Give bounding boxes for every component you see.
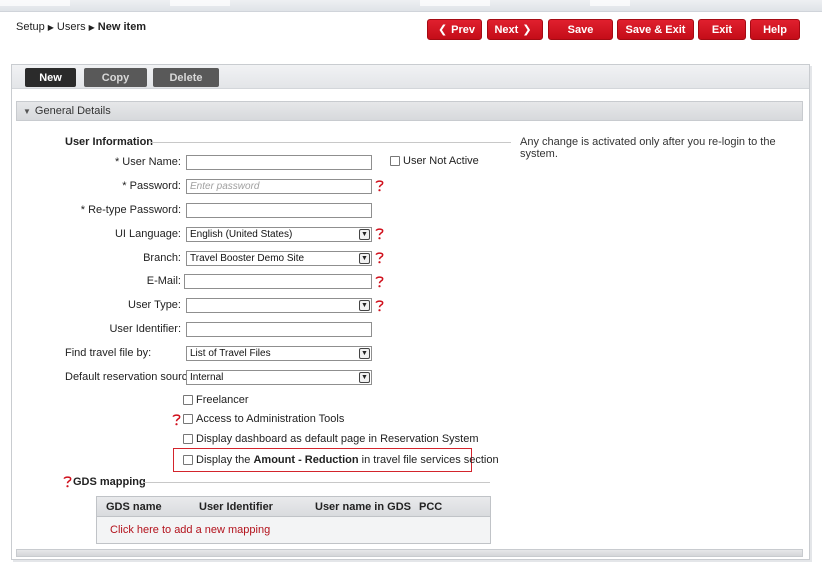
save-button[interactable]: Save <box>548 19 613 40</box>
help-icon[interactable] <box>375 179 384 192</box>
password-input[interactable] <box>186 179 372 194</box>
user-not-active-checkbox[interactable]: User Not Active <box>390 155 479 167</box>
checkbox-box[interactable] <box>183 414 193 424</box>
exit-button[interactable]: Exit <box>698 19 746 40</box>
save-exit-button[interactable]: Save & Exit <box>617 19 694 40</box>
default-source-label: Default reservation source: <box>65 371 197 383</box>
breadcrumb-arrow-icon: ▶ <box>88 23 95 32</box>
dropdown-arrow-icon[interactable]: ▼ <box>359 348 370 359</box>
help-button[interactable]: Help <box>750 19 800 40</box>
email-input[interactable] <box>184 274 372 289</box>
retype-password-label: * Re-type Password: <box>80 204 181 216</box>
relogin-notice: Any change is activated only after you r… <box>520 136 776 160</box>
checkbox-box[interactable] <box>390 156 400 166</box>
group-divider <box>151 142 511 143</box>
breadcrumb-arrow-icon: ▶ <box>47 23 54 32</box>
branch-label: Branch: <box>143 252 181 264</box>
help-icon[interactable] <box>63 475 72 488</box>
email-label: E-Mail: <box>146 275 181 287</box>
column-user-identifier[interactable]: User Identifier <box>199 501 273 513</box>
dropdown-arrow-icon[interactable]: ▼ <box>359 372 370 383</box>
user-name-label: * User Name: <box>114 156 181 168</box>
dropdown-arrow-icon[interactable]: ▼ <box>359 300 370 311</box>
default-source-select[interactable]: Internal ▼ <box>186 370 372 385</box>
breadcrumb-users[interactable]: Users <box>57 21 86 33</box>
amount-reduction-checkbox[interactable]: Display the Amount - Reduction in travel… <box>183 454 499 466</box>
dropdown-arrow-icon[interactable]: ▼ <box>359 229 370 240</box>
user-identifier-input[interactable] <box>186 322 372 337</box>
breadcrumb-setup[interactable]: Setup <box>16 21 45 33</box>
add-mapping-link[interactable]: Click here to add a new mapping <box>110 524 270 536</box>
table-row: Click here to add a new mapping <box>97 517 490 543</box>
password-label: * Password: <box>122 180 181 192</box>
chevron-left-icon: ❮ <box>437 24 448 36</box>
gds-mapping-table: GDS name User Identifier User name in GD… <box>96 496 491 544</box>
user-information-title: User Information <box>65 136 154 148</box>
delete-button[interactable]: Delete <box>153 68 219 87</box>
bottom-section-bar <box>16 549 803 557</box>
next-button[interactable]: Next ❯ <box>487 19 543 40</box>
dropdown-arrow-icon[interactable]: ▼ <box>359 253 370 264</box>
breadcrumb-current: New item <box>97 21 147 33</box>
table-header: GDS name User Identifier User name in GD… <box>97 497 490 517</box>
user-identifier-label: User Identifier: <box>109 323 181 335</box>
gds-mapping-title: GDS mapping <box>73 476 146 488</box>
column-user-name-in-gds[interactable]: User name in GDS <box>315 501 411 513</box>
find-travel-label: Find travel file by: <box>65 347 152 359</box>
group-divider <box>143 482 490 483</box>
ui-language-select[interactable]: English (United States) ▼ <box>186 227 372 242</box>
user-type-select[interactable]: ▼ <box>186 298 372 313</box>
dashboard-default-checkbox[interactable]: Display dashboard as default page in Res… <box>183 433 479 445</box>
column-gds-name[interactable]: GDS name <box>106 501 162 513</box>
help-icon[interactable] <box>375 227 384 240</box>
checkbox-box[interactable] <box>183 455 193 465</box>
section-title: General Details <box>34 105 111 117</box>
chevron-right-icon: ❯ <box>522 24 532 36</box>
ui-language-label: UI Language: <box>114 228 181 240</box>
main-frame: New Copy Delete ▼ General Details User In… <box>11 64 810 560</box>
top-strip <box>0 0 822 12</box>
new-button[interactable]: New <box>25 68 76 87</box>
user-name-input[interactable] <box>186 155 372 170</box>
general-details-header[interactable]: ▼ General Details <box>16 101 803 121</box>
record-toolbar: New Copy Delete <box>12 65 809 89</box>
checkbox-box[interactable] <box>183 434 193 444</box>
checkbox-box[interactable] <box>183 395 193 405</box>
retype-password-input[interactable] <box>186 203 372 218</box>
breadcrumb: Setup ▶ Users ▶ New item <box>16 21 146 33</box>
help-icon[interactable] <box>375 251 384 264</box>
help-icon[interactable] <box>172 413 181 426</box>
admin-tools-checkbox[interactable]: Access to Administration Tools <box>183 413 344 425</box>
user-type-label: User Type: <box>128 299 181 311</box>
copy-button[interactable]: Copy <box>84 68 147 87</box>
triangle-down-icon: ▼ <box>23 106 31 116</box>
column-pcc[interactable]: PCC <box>419 501 442 513</box>
find-travel-select[interactable]: List of Travel Files ▼ <box>186 346 372 361</box>
prev-button[interactable]: ❮ Prev <box>427 19 482 40</box>
branch-select[interactable]: Travel Booster Demo Site ▼ <box>186 251 372 266</box>
freelancer-checkbox[interactable]: Freelancer <box>183 394 249 406</box>
help-icon[interactable] <box>375 275 384 288</box>
help-icon[interactable] <box>375 299 384 312</box>
